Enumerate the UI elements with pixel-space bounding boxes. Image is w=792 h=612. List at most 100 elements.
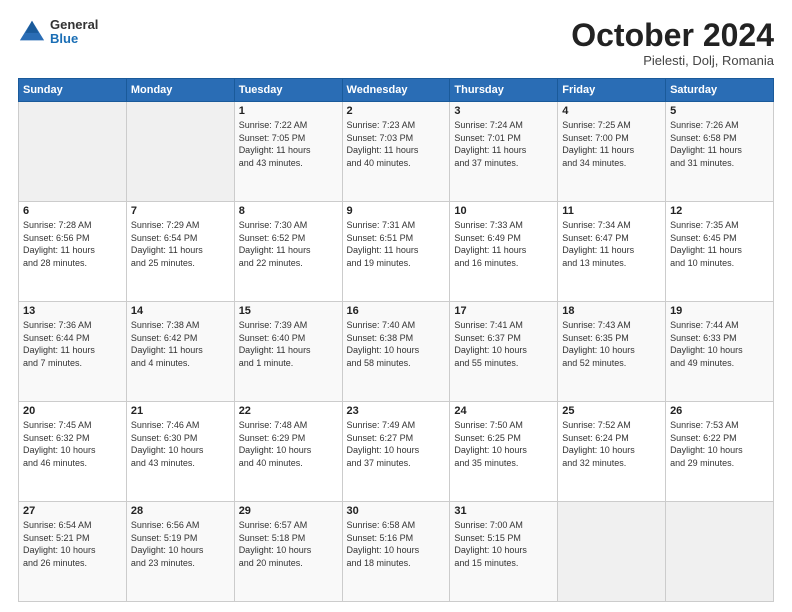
calendar-cell: 25 Sunrise: 7:52 AM Sunset: 6:24 PM Dayli…: [558, 402, 666, 502]
logo-icon: [18, 18, 46, 46]
page: General Blue October 2024 Pielesti, Dolj…: [0, 0, 792, 612]
calendar-cell: [126, 102, 234, 202]
calendar-cell: 2 Sunrise: 7:23 AM Sunset: 7:03 PM Daylig…: [342, 102, 450, 202]
day-info: Sunrise: 6:58 AM Sunset: 5:16 PM Dayligh…: [347, 519, 446, 569]
day-info: Sunrise: 7:00 AM Sunset: 5:15 PM Dayligh…: [454, 519, 553, 569]
calendar-cell: 12Sunrise: 7:35 AM Sunset: 6:45 PM Dayli…: [666, 202, 774, 302]
day-number: 19: [670, 305, 769, 317]
day-info: Sunrise: 6:56 AM Sunset: 5:19 PM Dayligh…: [131, 519, 230, 569]
day-number: 10: [454, 205, 553, 217]
calendar-cell: 18 Sunrise: 7:43 AM Sunset: 6:35 PM Dayli…: [558, 302, 666, 402]
calendar-cell: 6 Sunrise: 7:28 AM Sunset: 6:56 PM Daylig…: [19, 202, 127, 302]
calendar-cell: 5Sunrise: 7:26 AM Sunset: 6:58 PM Daylig…: [666, 102, 774, 202]
calendar-cell: 20Sunrise: 7:45 AM Sunset: 6:32 PM Dayli…: [19, 402, 127, 502]
day-number: 20: [23, 405, 122, 417]
day-info: Sunrise: 7:30 AM Sunset: 6:52 PM Dayligh…: [239, 219, 338, 269]
day-info: Sunrise: 7:39 AM Sunset: 6:40 PM Dayligh…: [239, 319, 338, 369]
calendar-cell: 19 Sunrise: 7:44 AM Sunset: 6:33 PM Dayli…: [666, 302, 774, 402]
week-row-2: 6 Sunrise: 7:28 AM Sunset: 6:56 PM Daylig…: [19, 202, 774, 302]
day-info: Sunrise: 7:22 AM Sunset: 7:05 PM Dayligh…: [239, 119, 338, 169]
day-info: Sunrise: 7:28 AM Sunset: 6:56 PM Dayligh…: [23, 219, 122, 269]
week-row-5: 27 Sunrise: 6:54 AM Sunset: 5:21 PM Dayli…: [19, 502, 774, 602]
day-number: 13: [23, 305, 122, 317]
calendar-cell: 1 Sunrise: 7:22 AM Sunset: 7:05 PM Daylig…: [234, 102, 342, 202]
day-number: 11: [562, 205, 661, 217]
calendar-cell: 26Sunrise: 7:53 AM Sunset: 6:22 PM Dayli…: [666, 402, 774, 502]
calendar-cell: 3 Sunrise: 7:24 AM Sunset: 7:01 PM Daylig…: [450, 102, 558, 202]
calendar-cell: 13 Sunrise: 7:36 AM Sunset: 6:44 PM Dayli…: [19, 302, 127, 402]
calendar-cell: 23 Sunrise: 7:49 AM Sunset: 6:27 PM Dayli…: [342, 402, 450, 502]
day-info: Sunrise: 7:33 AM Sunset: 6:49 PM Dayligh…: [454, 219, 553, 269]
calendar-cell: 31 Sunrise: 7:00 AM Sunset: 5:15 PM Dayli…: [450, 502, 558, 602]
day-info: Sunrise: 7:29 AM Sunset: 6:54 PM Dayligh…: [131, 219, 230, 269]
weekday-header-monday: Monday: [126, 79, 234, 102]
day-info: Sunrise: 7:34 AM Sunset: 6:47 PM Dayligh…: [562, 219, 661, 269]
day-number: 30: [347, 505, 446, 517]
day-info: Sunrise: 7:48 AM Sunset: 6:29 PM Dayligh…: [239, 419, 338, 469]
calendar-cell: 9Sunrise: 7:31 AM Sunset: 6:51 PM Daylig…: [342, 202, 450, 302]
day-info: Sunrise: 7:40 AM Sunset: 6:38 PM Dayligh…: [347, 319, 446, 369]
calendar-cell: 29Sunrise: 6:57 AM Sunset: 5:18 PM Dayli…: [234, 502, 342, 602]
calendar: SundayMondayTuesdayWednesdayThursdayFrid…: [18, 78, 774, 602]
weekday-header-thursday: Thursday: [450, 79, 558, 102]
day-info: Sunrise: 7:38 AM Sunset: 6:42 PM Dayligh…: [131, 319, 230, 369]
weekday-header-friday: Friday: [558, 79, 666, 102]
day-info: Sunrise: 7:44 AM Sunset: 6:33 PM Dayligh…: [670, 319, 769, 369]
month-title: October 2024: [571, 18, 774, 53]
day-number: 17: [454, 305, 553, 317]
header: General Blue October 2024 Pielesti, Dolj…: [18, 18, 774, 68]
calendar-cell: [558, 502, 666, 602]
calendar-cell: 17 Sunrise: 7:41 AM Sunset: 6:37 PM Dayli…: [450, 302, 558, 402]
day-number: 23: [347, 405, 446, 417]
calendar-cell: [19, 102, 127, 202]
weekday-header-row: SundayMondayTuesdayWednesdayThursdayFrid…: [19, 79, 774, 102]
day-info: Sunrise: 7:46 AM Sunset: 6:30 PM Dayligh…: [131, 419, 230, 469]
day-info: Sunrise: 7:49 AM Sunset: 6:27 PM Dayligh…: [347, 419, 446, 469]
day-number: 9: [347, 205, 446, 217]
day-info: Sunrise: 7:36 AM Sunset: 6:44 PM Dayligh…: [23, 319, 122, 369]
day-info: Sunrise: 6:54 AM Sunset: 5:21 PM Dayligh…: [23, 519, 122, 569]
day-info: Sunrise: 7:52 AM Sunset: 6:24 PM Dayligh…: [562, 419, 661, 469]
day-info: Sunrise: 7:23 AM Sunset: 7:03 PM Dayligh…: [347, 119, 446, 169]
calendar-cell: 30 Sunrise: 6:58 AM Sunset: 5:16 PM Dayli…: [342, 502, 450, 602]
logo-blue: Blue: [50, 32, 98, 46]
day-number: 25: [562, 405, 661, 417]
logo-text: General Blue: [50, 18, 98, 47]
day-number: 14: [131, 305, 230, 317]
day-info: Sunrise: 7:43 AM Sunset: 6:35 PM Dayligh…: [562, 319, 661, 369]
day-info: Sunrise: 7:50 AM Sunset: 6:25 PM Dayligh…: [454, 419, 553, 469]
day-number: 31: [454, 505, 553, 517]
day-number: 26: [670, 405, 769, 417]
calendar-cell: 10 Sunrise: 7:33 AM Sunset: 6:49 PM Dayli…: [450, 202, 558, 302]
day-number: 18: [562, 305, 661, 317]
weekday-header-tuesday: Tuesday: [234, 79, 342, 102]
week-row-3: 13 Sunrise: 7:36 AM Sunset: 6:44 PM Dayli…: [19, 302, 774, 402]
calendar-cell: 4 Sunrise: 7:25 AM Sunset: 7:00 PM Daylig…: [558, 102, 666, 202]
day-number: 6: [23, 205, 122, 217]
title-block: October 2024 Pielesti, Dolj, Romania: [571, 18, 774, 68]
calendar-cell: 8Sunrise: 7:30 AM Sunset: 6:52 PM Daylig…: [234, 202, 342, 302]
day-info: Sunrise: 7:26 AM Sunset: 6:58 PM Dayligh…: [670, 119, 769, 169]
logo: General Blue: [18, 18, 98, 47]
week-row-4: 20Sunrise: 7:45 AM Sunset: 6:32 PM Dayli…: [19, 402, 774, 502]
day-number: 22: [239, 405, 338, 417]
day-info: Sunrise: 7:41 AM Sunset: 6:37 PM Dayligh…: [454, 319, 553, 369]
logo-general: General: [50, 18, 98, 32]
calendar-cell: 7Sunrise: 7:29 AM Sunset: 6:54 PM Daylig…: [126, 202, 234, 302]
day-number: 3: [454, 105, 553, 117]
day-number: 27: [23, 505, 122, 517]
day-number: 29: [239, 505, 338, 517]
weekday-header-saturday: Saturday: [666, 79, 774, 102]
day-number: 2: [347, 105, 446, 117]
day-info: Sunrise: 7:24 AM Sunset: 7:01 PM Dayligh…: [454, 119, 553, 169]
week-row-1: 1 Sunrise: 7:22 AM Sunset: 7:05 PM Daylig…: [19, 102, 774, 202]
weekday-header-sunday: Sunday: [19, 79, 127, 102]
day-number: 1: [239, 105, 338, 117]
calendar-cell: 27 Sunrise: 6:54 AM Sunset: 5:21 PM Dayli…: [19, 502, 127, 602]
day-info: Sunrise: 7:25 AM Sunset: 7:00 PM Dayligh…: [562, 119, 661, 169]
calendar-cell: 21Sunrise: 7:46 AM Sunset: 6:30 PM Dayli…: [126, 402, 234, 502]
day-number: 15: [239, 305, 338, 317]
day-number: 4: [562, 105, 661, 117]
calendar-cell: [666, 502, 774, 602]
calendar-cell: 15 Sunrise: 7:39 AM Sunset: 6:40 PM Dayli…: [234, 302, 342, 402]
